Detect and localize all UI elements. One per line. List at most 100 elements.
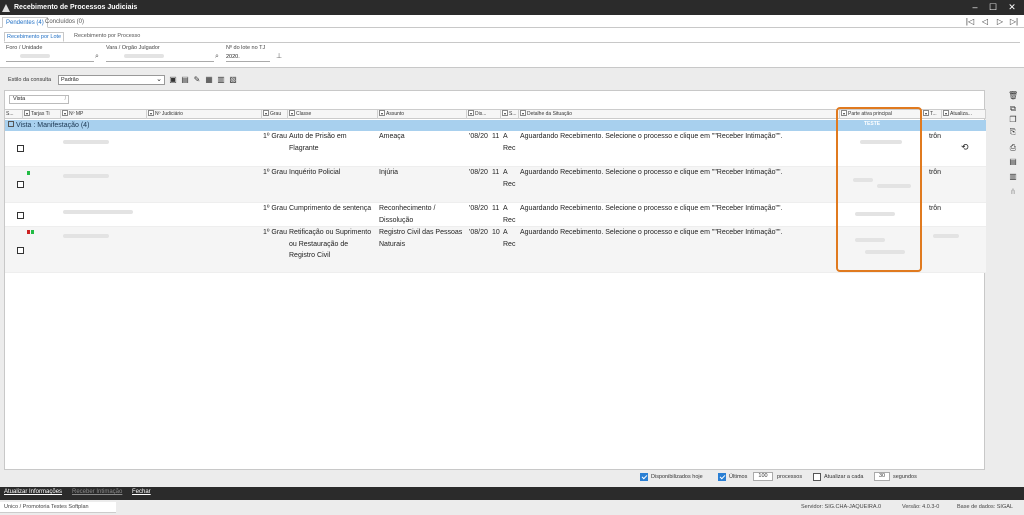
cell-detalhe: Aguardando Recebimento. Selecione o proc… [520, 133, 783, 140]
prev-page-icon[interactable]: ◁ [979, 17, 991, 26]
edit-icon[interactable]: ✎ [192, 75, 202, 85]
process-grid: Vista / S... ▾ Tarjas Ti ▾ Nº MP ▾ Nº Judic… [4, 90, 986, 470]
col-s[interactable]: S... [5, 110, 23, 119]
remove-icon[interactable]: / [65, 96, 66, 103]
lote-input[interactable]: 2020. [226, 53, 270, 62]
group-row[interactable]: Vista : Manifestação (4) [5, 120, 986, 131]
segundos-label: segundos [893, 474, 917, 480]
cell-classe: Cumprimento de sentença [289, 205, 372, 212]
cell-classe: Inquérito Policial [289, 169, 341, 176]
close-icon[interactable]: ✕ [1001, 0, 1023, 15]
cell-num: 11 [492, 133, 500, 140]
atualizar-input[interactable]: 30 [874, 472, 890, 481]
row-checkbox[interactable] [17, 247, 24, 254]
query-style-label: Estilo da consulta [8, 77, 52, 83]
table-row[interactable]: 1º Grau Auto de Prisão em Flagrante Amea… [5, 131, 986, 167]
columns-icon[interactable]: ▦ [204, 75, 214, 85]
refresh-icon[interactable]: ⟲ [961, 142, 969, 154]
search-icon[interactable]: ⌕ [215, 53, 219, 61]
cell-grau: 1º Grau [263, 229, 287, 236]
collapse-icon[interactable] [8, 121, 14, 127]
cell-detalhe: Aguardando Recebimento. Selecione o proc… [520, 169, 783, 176]
action-bar: Atualizar Informações Receber Intimação … [0, 487, 1024, 500]
cell-assunto: Registro Civil das Pessoas Naturais [379, 229, 463, 248]
cell-dis: '08/20 [469, 205, 488, 212]
processos-label: processos [777, 474, 803, 480]
group-by-label: Vista [13, 96, 26, 102]
cell-classe: Retificação ou Suprimento ou Restauração… [289, 229, 372, 259]
col-nmp[interactable]: ▾ Nº MP [61, 110, 147, 119]
col-dis[interactable]: ▾ Dis... [467, 110, 501, 119]
atualizar-button[interactable]: Atualizar Informações [4, 489, 62, 495]
cell-s: A Rec [503, 205, 516, 224]
app-logo-icon [2, 3, 10, 12]
receber-button[interactable]: Receber Intimação [72, 489, 122, 495]
print-icon[interactable]: ⎙ [1008, 143, 1018, 153]
group-by-chip[interactable]: Vista / [9, 95, 69, 104]
highlight-header: TESTE [864, 121, 881, 127]
col-detalhe[interactable]: ▾ Detalhe da Situação [519, 110, 840, 119]
col-assunto[interactable]: ▾ Assunto [378, 110, 467, 119]
foro-label: Foro / Unidade [6, 45, 43, 51]
query-style-value: Padrão [61, 77, 79, 83]
cell-assunto: Injúria [379, 169, 399, 176]
col-tarjas[interactable]: ▾ Tarjas Ti [23, 110, 61, 119]
ultimos-checkbox[interactable] [718, 473, 726, 481]
delete-icon[interactable]: 🗑 [1008, 91, 1018, 101]
last-page-icon[interactable]: ▷| [1008, 17, 1020, 26]
delete-icon[interactable]: ▤ [180, 75, 190, 85]
col-parte-ativa[interactable]: ▾ Parte ativa principal [840, 110, 922, 119]
row-checkbox[interactable] [17, 212, 24, 219]
servidor-info: Servidor: SIG.CHA-JAQUEIRA.0 [801, 504, 882, 510]
foro-input[interactable] [6, 53, 94, 62]
fechar-button[interactable]: Fechar [132, 489, 151, 495]
cell-detalhe: Aguardando Recebimento. Selecione o proc… [520, 205, 783, 212]
table-row[interactable]: 1º Grau Retificação ou Suprimento ou Res… [5, 227, 986, 273]
col-grau[interactable]: ▾ Grau [262, 110, 288, 119]
copy-icon[interactable]: ⧉ [1008, 104, 1018, 114]
cell-grau: 1º Grau [263, 169, 287, 176]
tab-pendentes[interactable]: Pendentes (4) [2, 17, 48, 28]
row-checkbox[interactable] [17, 181, 24, 188]
export-icon[interactable]: ▧ [228, 75, 238, 85]
query-style-select[interactable]: Padrão ⌄ [58, 75, 165, 85]
table-row[interactable]: 1º Grau Inquérito Policial Injúria '08/2… [5, 167, 986, 203]
ultimos-input[interactable]: 100 [753, 472, 773, 481]
col-t[interactable]: ▾ T... [922, 110, 942, 119]
cell-s: A Rec [503, 169, 516, 188]
tab-concluidos[interactable]: Concluídos (0) [42, 17, 87, 28]
share-icon[interactable]: ⋔ [1008, 187, 1018, 197]
cell-num: 11 [492, 205, 500, 212]
cell-grau: 1º Grau [263, 205, 287, 212]
divider [4, 42, 1020, 43]
tab-recebimento-processo[interactable]: Recebimento por Processo [72, 32, 142, 42]
atualizar-checkbox[interactable] [813, 473, 821, 481]
col-atualiza[interactable]: ▾ Atualiza... [942, 110, 986, 119]
main-tabs: Pendentes (4) Concluídos (0) [0, 15, 1024, 28]
filter-icon[interactable]: ▥ [216, 75, 226, 85]
disponibilizados-checkbox[interactable] [640, 473, 648, 481]
col-classe[interactable]: ▾ Classe [288, 110, 378, 119]
clear-lote-icon[interactable]: ⊥ [276, 52, 282, 60]
paste-icon[interactable]: ⎘ [1008, 127, 1018, 137]
document-icon[interactable]: ▥ [1008, 172, 1018, 182]
cell-num: 10 [492, 229, 500, 236]
search-icon[interactable]: ⌕ [95, 53, 99, 61]
next-page-icon[interactable]: ▷ [994, 17, 1006, 26]
base-info: Base de dados: SIGAL [957, 504, 1013, 510]
cell-assunto: Reconhecimento / Dissolução [379, 205, 436, 224]
report-icon[interactable]: ▤ [1008, 157, 1018, 167]
cell-dis: '08/20 [469, 229, 488, 236]
row-checkbox[interactable] [17, 145, 24, 152]
vara-input[interactable] [106, 53, 214, 62]
cell-t: trôn [929, 133, 942, 140]
table-row[interactable]: 1º Grau Cumprimento de sentença Reconhec… [5, 203, 986, 227]
col-judiciario[interactable]: ▾ Nº Judiciário [147, 110, 262, 119]
tab-recebimento-lote[interactable]: Recebimento por Lote [4, 32, 65, 42]
first-page-icon[interactable]: |◁ [964, 17, 976, 26]
chevron-down-icon: ⌄ [156, 76, 162, 83]
save-icon[interactable]: ▣ [168, 75, 178, 85]
duplicate-icon[interactable]: ❐ [1008, 115, 1018, 125]
col-s2[interactable]: ▾ S... [501, 110, 519, 119]
cell-grau: 1º Grau [263, 133, 287, 140]
